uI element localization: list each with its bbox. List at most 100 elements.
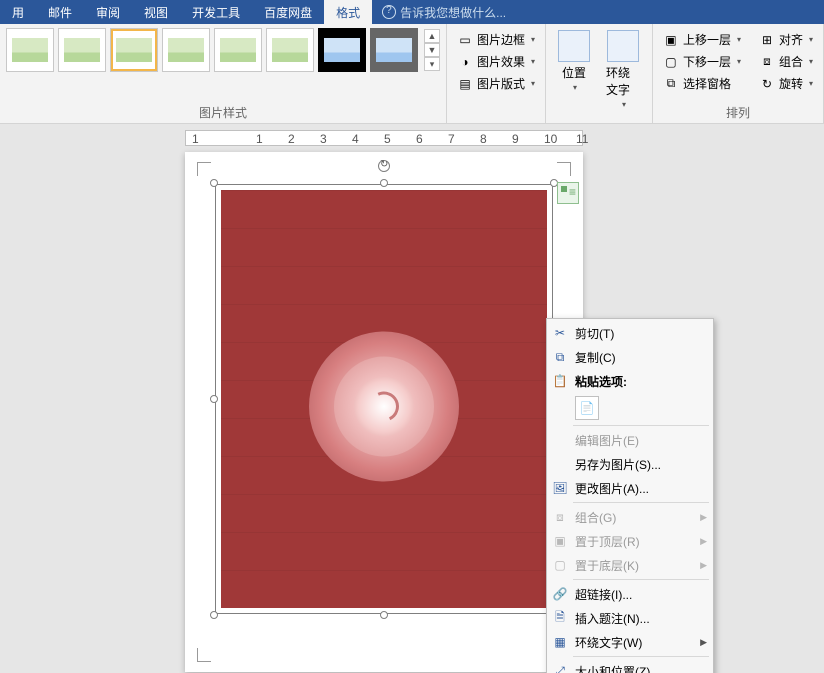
style-thumb-7[interactable] xyxy=(318,28,366,72)
align-icon: ⊞ xyxy=(759,32,775,48)
dropdown-icon: ▾ xyxy=(809,35,813,44)
dropdown-icon: ▾ xyxy=(573,83,577,92)
wrap-text-button[interactable]: 环绕文字 ▾ xyxy=(600,28,646,111)
ctx-cut[interactable]: ✂剪切(T) xyxy=(547,321,713,345)
submenu-arrow-icon: ▶ xyxy=(700,512,707,523)
menu-bar: 用 邮件 审阅 视图 开发工具 百度网盘 格式 告诉我您想做什么... xyxy=(0,0,824,24)
group-objects-button[interactable]: ⧈组合▾ xyxy=(755,52,817,71)
tell-me-text: 告诉我您想做什么... xyxy=(400,4,506,21)
tab-baidu[interactable]: 百度网盘 xyxy=(252,0,324,24)
dropdown-icon: ▾ xyxy=(531,35,535,44)
ctx-send-back-label: 置于底层(K) xyxy=(575,557,694,574)
style-thumb-1[interactable] xyxy=(6,28,54,72)
tab-developer[interactable]: 开发工具 xyxy=(180,0,252,24)
resize-handle-n[interactable] xyxy=(380,179,388,187)
tab-review[interactable]: 审阅 xyxy=(84,0,132,24)
tab-format[interactable]: 格式 xyxy=(324,0,372,24)
group-position: 位置 ▾ 环绕文字 ▾ xyxy=(546,24,653,123)
ctx-edit-picture: 编辑图片(E) xyxy=(547,428,713,452)
ctx-paste-options-label: 粘贴选项: xyxy=(575,373,707,390)
ribbon: ▲ ▼ ▾ 图片样式 ▭ 图片边框 ▾ ◑ 图片效果 ▾ ▤ 图片版式 ▾ xyxy=(0,24,824,124)
size-icon: ⤢ xyxy=(551,662,569,673)
submenu-arrow-icon: ▶ xyxy=(700,637,707,648)
ctx-bring-front: ▣置于顶层(R)▶ xyxy=(547,529,713,553)
gallery-scroll[interactable]: ▲ ▼ ▾ xyxy=(424,29,440,71)
align-button[interactable]: ⊞对齐▾ xyxy=(755,30,817,49)
bring-forward-icon: ▣ xyxy=(663,32,679,48)
horizontal-ruler[interactable]: 11234567891011 xyxy=(185,130,583,146)
group-icon: ⧈ xyxy=(759,54,775,70)
style-thumb-3[interactable] xyxy=(110,28,158,72)
tab-use[interactable]: 用 xyxy=(0,0,36,24)
ctx-copy[interactable]: ⧉ 复制(C) xyxy=(547,345,713,369)
tab-view[interactable]: 视图 xyxy=(132,0,180,24)
link-icon: 🔗 xyxy=(551,585,569,603)
layout-options-button[interactable] xyxy=(557,182,579,204)
picture-border-button[interactable]: ▭ 图片边框 ▾ xyxy=(453,30,539,49)
ctx-save-as-picture[interactable]: 另存为图片(S)... xyxy=(547,452,713,476)
resize-handle-s[interactable] xyxy=(380,611,388,619)
picture-layout-button[interactable]: ▤ 图片版式 ▾ xyxy=(453,74,539,93)
ctx-insert-caption[interactable]: 🗎插入题注(N)... xyxy=(547,606,713,630)
style-thumb-6[interactable] xyxy=(266,28,314,72)
picture-layout-label: 图片版式 xyxy=(477,75,525,92)
paste-option-button[interactable]: 📄 xyxy=(575,396,599,420)
copy-icon: ⧉ xyxy=(551,348,569,366)
ctx-save-as-picture-label: 另存为图片(S)... xyxy=(575,456,707,473)
rotate-icon: ↻ xyxy=(759,76,775,92)
position-label: 位置 xyxy=(562,64,586,81)
ctx-hyperlink-label: 超链接(I)... xyxy=(575,586,707,603)
bring-forward-button[interactable]: ▣上移一层▾ xyxy=(659,30,745,49)
dropdown-icon: ▾ xyxy=(622,100,626,109)
position-icon xyxy=(558,30,590,62)
tab-mail[interactable]: 邮件 xyxy=(36,0,84,24)
picture-effects-button[interactable]: ◑ 图片效果 ▾ xyxy=(453,52,539,71)
rotate-label: 旋转 xyxy=(779,75,803,92)
send-backward-label: 下移一层 xyxy=(683,53,731,70)
selection-pane-button[interactable]: ⧉选择窗格 xyxy=(659,74,745,93)
ctx-size-position[interactable]: ⤢大小和位置(Z)... xyxy=(547,659,713,673)
send-backward-icon: ▢ xyxy=(663,54,679,70)
ctx-paste-options-header: 📋粘贴选项: xyxy=(547,369,713,393)
dropdown-icon: ▾ xyxy=(809,57,813,66)
gallery-down-icon[interactable]: ▼ xyxy=(424,43,440,57)
send-back-icon: ▢ xyxy=(551,556,569,574)
ctx-bring-front-label: 置于顶层(R) xyxy=(575,533,694,550)
rotate-button[interactable]: ↻旋转▾ xyxy=(755,74,817,93)
ctx-copy-label: 复制(C) xyxy=(575,349,707,366)
edit-icon xyxy=(551,431,569,449)
style-thumb-4[interactable] xyxy=(162,28,210,72)
resize-handle-nw[interactable] xyxy=(210,179,218,187)
ctx-wrap-text[interactable]: ▦环绕文字(W)▶ xyxy=(547,630,713,654)
margin-mark xyxy=(197,648,211,662)
margin-mark xyxy=(557,162,571,176)
resize-handle-w[interactable] xyxy=(210,395,218,403)
tell-me[interactable]: 告诉我您想做什么... xyxy=(372,0,516,24)
gallery-more-icon[interactable]: ▾ xyxy=(424,57,440,71)
send-backward-button[interactable]: ▢下移一层▾ xyxy=(659,52,745,71)
selection-pane-icon: ⧉ xyxy=(663,76,679,92)
resize-handle-sw[interactable] xyxy=(210,611,218,619)
layout-icon: ▤ xyxy=(457,76,473,92)
ctx-change-picture[interactable]: 🖼更改图片(A)... xyxy=(547,476,713,500)
change-picture-icon: 🖼 xyxy=(551,479,569,497)
wrap-text-label: 环绕文字 xyxy=(606,64,640,98)
cut-icon: ✂ xyxy=(551,324,569,342)
picture-effects-label: 图片效果 xyxy=(477,53,525,70)
ctx-edit-picture-label: 编辑图片(E) xyxy=(575,432,707,449)
ctx-wrap-text-label: 环绕文字(W) xyxy=(575,634,694,651)
dropdown-icon: ▾ xyxy=(531,79,535,88)
gallery-up-icon[interactable]: ▲ xyxy=(424,29,440,43)
picture-style-gallery: ▲ ▼ ▾ xyxy=(6,28,440,72)
ctx-hyperlink[interactable]: 🔗 超链接(I)... xyxy=(547,582,713,606)
page[interactable] xyxy=(185,152,583,672)
group-arrange: ▣上移一层▾ ▢下移一层▾ ⧉选择窗格 ⊞对齐▾ ⧈组合▾ ↻旋转▾ 排列 xyxy=(653,24,824,123)
style-thumb-2[interactable] xyxy=(58,28,106,72)
style-thumb-5[interactable] xyxy=(214,28,262,72)
selected-image[interactable] xyxy=(215,184,553,614)
margin-mark xyxy=(197,162,211,176)
selection-outline xyxy=(215,184,553,614)
rotate-handle[interactable] xyxy=(378,160,390,172)
position-button[interactable]: 位置 ▾ xyxy=(552,28,596,111)
style-thumb-8[interactable] xyxy=(370,28,418,72)
